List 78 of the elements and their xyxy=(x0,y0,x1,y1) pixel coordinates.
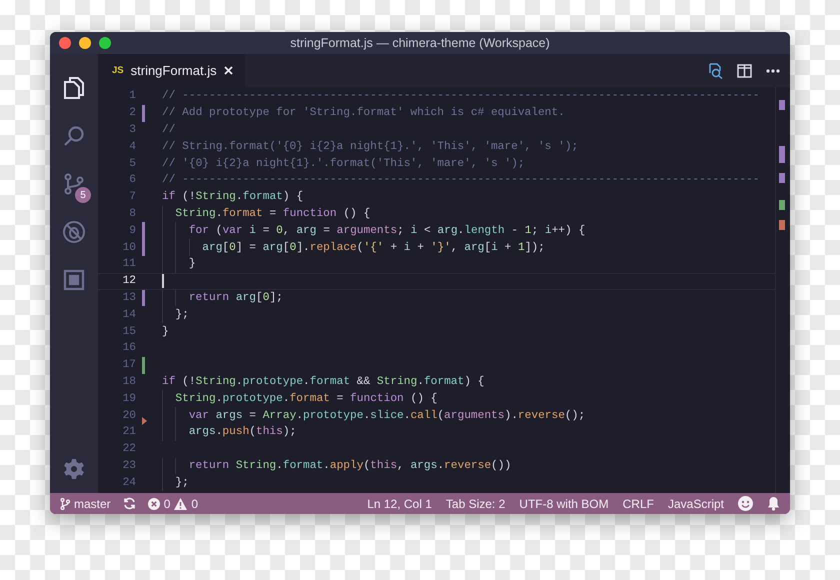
no-bug-icon xyxy=(62,220,86,244)
code-line: } xyxy=(162,326,169,338)
branch-button[interactable]: master xyxy=(60,496,111,510)
line-number: 22 xyxy=(122,443,136,456)
source-control-activity-button[interactable]: 5 xyxy=(50,160,98,208)
close-icon[interactable] xyxy=(224,66,233,75)
problems-button[interactable]: 0 0 xyxy=(148,496,198,510)
line-number: 4 xyxy=(128,140,136,153)
close-window-button[interactable] xyxy=(59,37,71,49)
code-line: // xyxy=(162,124,176,136)
error-icon xyxy=(148,498,160,510)
code-line: for (var i = 0, arg = arguments; i < arg.length - 1; i++) { xyxy=(188,224,586,237)
code-line: var args = Array.prototype.slice.call(arguments).reverse(); xyxy=(188,410,586,422)
line-number: 23 xyxy=(122,460,136,472)
text-cursor xyxy=(162,274,164,288)
code-line: // -------------------------------------------------------------------------------------- xyxy=(162,90,760,102)
line-number: 13 xyxy=(122,292,136,304)
more-icon[interactable] xyxy=(766,68,780,72)
line-number: 18 xyxy=(122,376,136,388)
line-number: 17 xyxy=(122,359,136,372)
line-number: 7 xyxy=(128,191,136,204)
warning-icon xyxy=(174,498,188,510)
code-line: if (!String.prototype.format && String.format) { xyxy=(162,376,484,388)
tab-label: stringFormat.js xyxy=(130,63,217,78)
line-number: 21 xyxy=(122,426,136,438)
status-item[interactable]: Tab Size: 2 xyxy=(446,496,506,510)
line-number: 6 xyxy=(128,174,136,186)
code-line: arg[0] = arg[0].replace('{' + i + '}', arg[i + 1]); xyxy=(202,242,545,254)
code-line: }; xyxy=(175,476,189,489)
warning-count: 0 xyxy=(191,496,198,510)
line-number: 16 xyxy=(122,342,136,354)
extensions-icon xyxy=(63,269,85,291)
code-line: // Add prototype for 'String.format' which is c# equivalent. xyxy=(162,107,565,120)
code-line: // String.format('{0} i{2}a night{1}.', 'This', 'mare', 's '); xyxy=(162,140,578,153)
sync-icon[interactable] xyxy=(122,497,136,510)
minimize-window-button[interactable] xyxy=(79,37,91,49)
error-count: 0 xyxy=(164,496,170,510)
line-number: 3 xyxy=(128,124,136,136)
line-number: 2 xyxy=(128,107,136,120)
files-icon xyxy=(63,76,85,100)
preview-search-icon[interactable] xyxy=(707,62,723,78)
line-number: 1 xyxy=(128,90,136,102)
status-item[interactable]: Ln 12, Col 1 xyxy=(367,496,432,510)
line-number: 8 xyxy=(128,208,136,220)
code-line: String.format = function () { xyxy=(175,208,370,220)
line-number: 10 xyxy=(122,242,136,254)
code-line: // -------------------------------------------------------------------------------------- xyxy=(162,174,760,186)
split-editor-icon[interactable] xyxy=(737,64,752,78)
status-item[interactable]: JavaScript xyxy=(668,496,724,510)
settings-icon xyxy=(63,458,85,480)
smiley-icon[interactable] xyxy=(738,496,753,511)
line-number: 9 xyxy=(128,224,136,237)
line-number: 24 xyxy=(122,476,136,489)
line-number: 5 xyxy=(128,158,136,170)
code-line: String.prototype.format = function () { xyxy=(175,392,438,405)
code-line: // '{0} i{2}a night{1}.'.format('This', 'mare', 's '); xyxy=(162,158,525,170)
code-line: } xyxy=(188,258,196,270)
file-type-label: JS xyxy=(112,65,124,76)
window-title: stringFormat.js — chimera-theme (Workspace) xyxy=(290,36,550,50)
status-item[interactable]: CRLF xyxy=(622,496,654,510)
code-line: args.push(this); xyxy=(188,426,296,438)
search-icon xyxy=(63,125,85,147)
line-number: 15 xyxy=(122,326,136,338)
line-number: 20 xyxy=(122,410,136,422)
code-line: return arg[0]; xyxy=(188,292,283,304)
line-number: 12 xyxy=(122,275,136,288)
bell-icon[interactable] xyxy=(767,496,780,511)
status-item[interactable]: UTF-8 with BOM xyxy=(519,496,609,510)
count-badge: 5 xyxy=(75,187,91,203)
code-line: if (!String.format) { xyxy=(162,191,304,204)
zoom-window-button[interactable] xyxy=(99,37,111,49)
line-number: 19 xyxy=(122,392,136,405)
code-line: }; xyxy=(175,308,189,321)
branch-icon xyxy=(60,498,70,510)
line-number: 11 xyxy=(122,258,136,270)
line-number: 14 xyxy=(122,308,136,321)
code-line: return String.format.apply(this, args.reverse()) xyxy=(188,460,512,472)
editor-tab[interactable]: JS stringFormat.js xyxy=(98,54,245,87)
